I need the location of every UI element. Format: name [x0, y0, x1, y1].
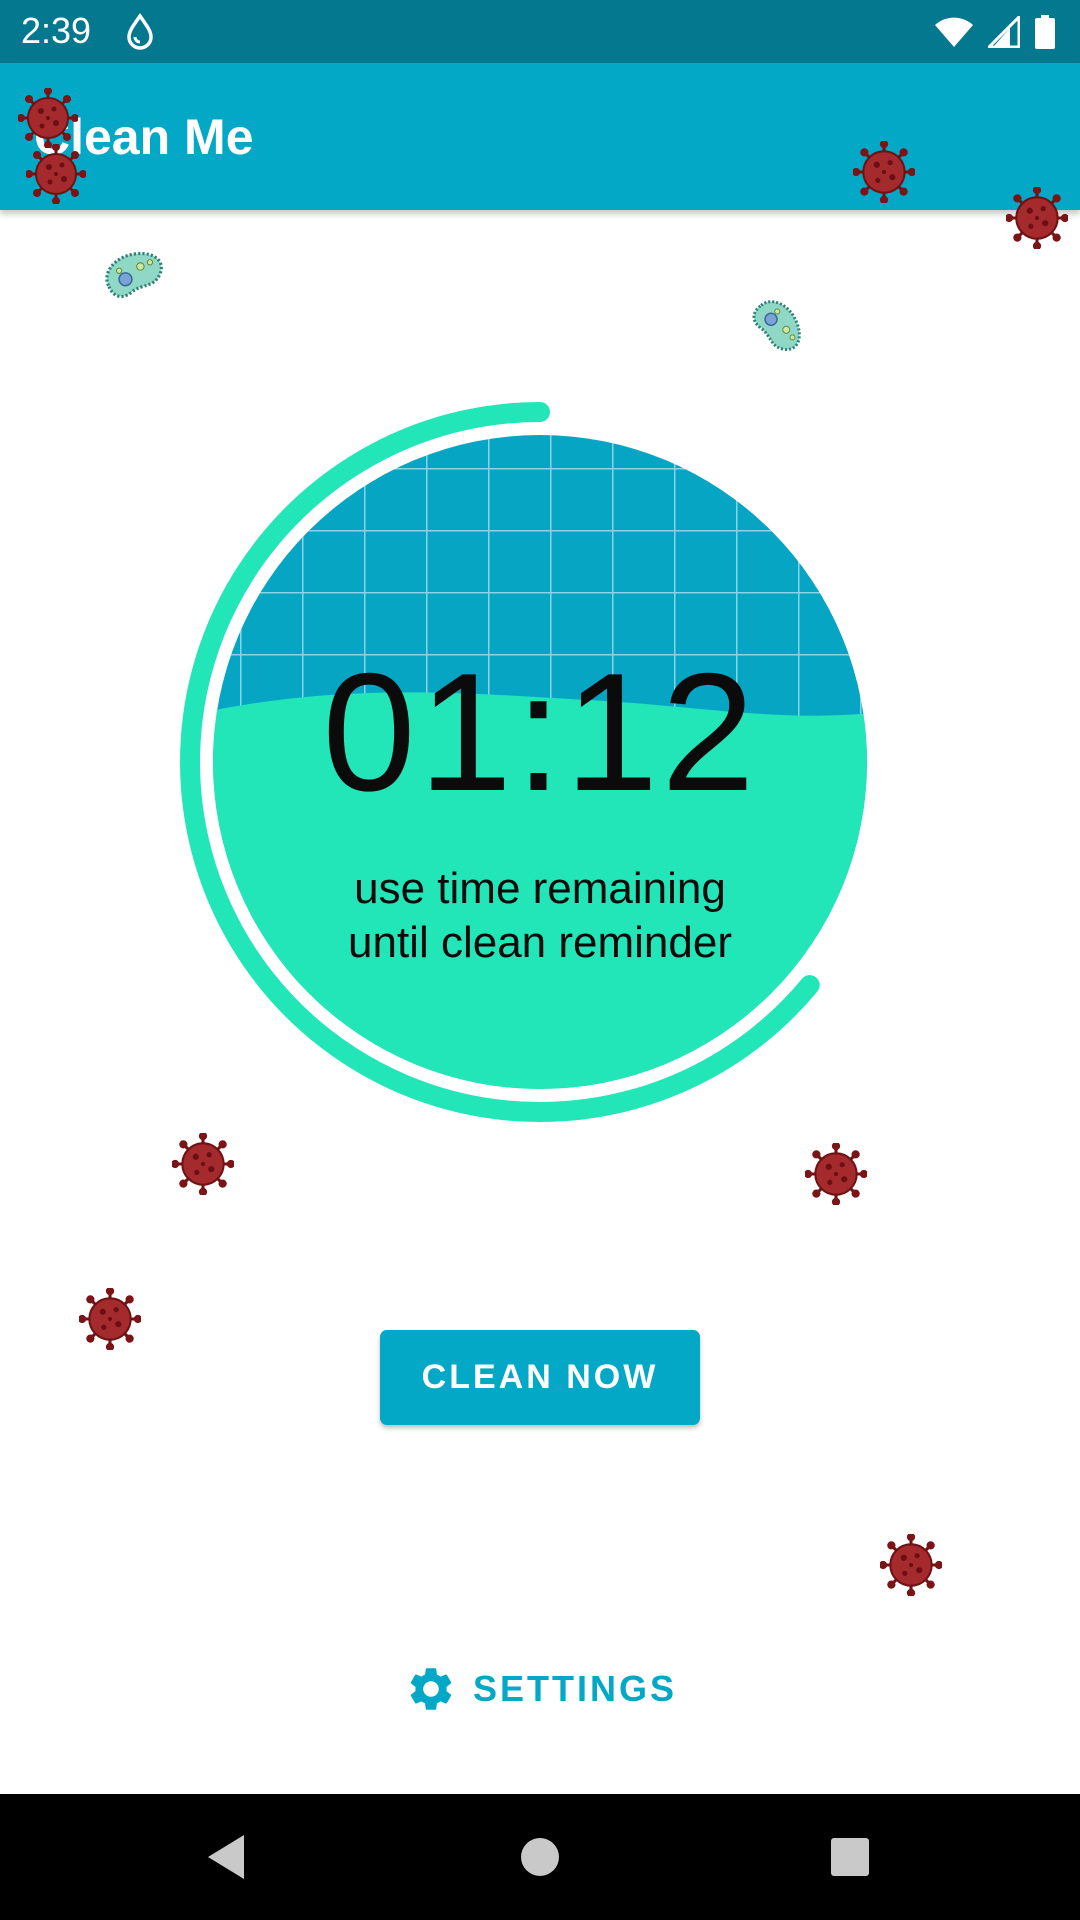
wifi-icon — [935, 17, 973, 47]
battery-icon — [1035, 15, 1055, 49]
virus-icon — [26, 144, 86, 204]
gear-icon — [410, 1668, 452, 1710]
clean-now-button[interactable]: CLEAN NOW — [380, 1330, 700, 1425]
virus-icon — [880, 1534, 942, 1596]
virus-icon — [18, 88, 78, 148]
navigation-bar — [0, 1794, 1080, 1920]
bacteria-icon — [749, 294, 805, 358]
virus-icon — [805, 1143, 867, 1205]
cell-signal-icon — [988, 16, 1020, 48]
back-icon — [208, 1835, 244, 1879]
virus-icon — [853, 141, 915, 203]
virus-icon — [172, 1133, 234, 1195]
timer-value: 01:12 — [322, 638, 758, 826]
recents-button[interactable] — [770, 1794, 930, 1920]
settings-button[interactable]: SETTINGS — [405, 1658, 685, 1720]
status-time: 2:39 — [21, 10, 92, 51]
virus-icon — [1006, 187, 1068, 249]
timer-dial: 01:12 use time remaining until clean rem… — [170, 392, 910, 1132]
back-button[interactable] — [146, 1794, 306, 1920]
timer-caption: use time remaining until clean reminder — [170, 862, 910, 970]
bacteria-icon — [105, 251, 163, 299]
timer-caption-line2: until clean reminder — [348, 918, 732, 967]
settings-label: SETTINGS — [473, 1668, 678, 1709]
recents-icon — [831, 1838, 869, 1876]
water-drop-icon — [127, 12, 153, 50]
timer-caption-line1: use time remaining — [354, 864, 726, 913]
app-bar: Clean Me — [0, 63, 1080, 210]
virus-icon — [79, 1288, 141, 1350]
home-icon — [521, 1838, 559, 1876]
home-button[interactable] — [460, 1794, 620, 1920]
status-icons — [934, 12, 1056, 52]
status-bar: 2:39 — [0, 0, 1080, 63]
